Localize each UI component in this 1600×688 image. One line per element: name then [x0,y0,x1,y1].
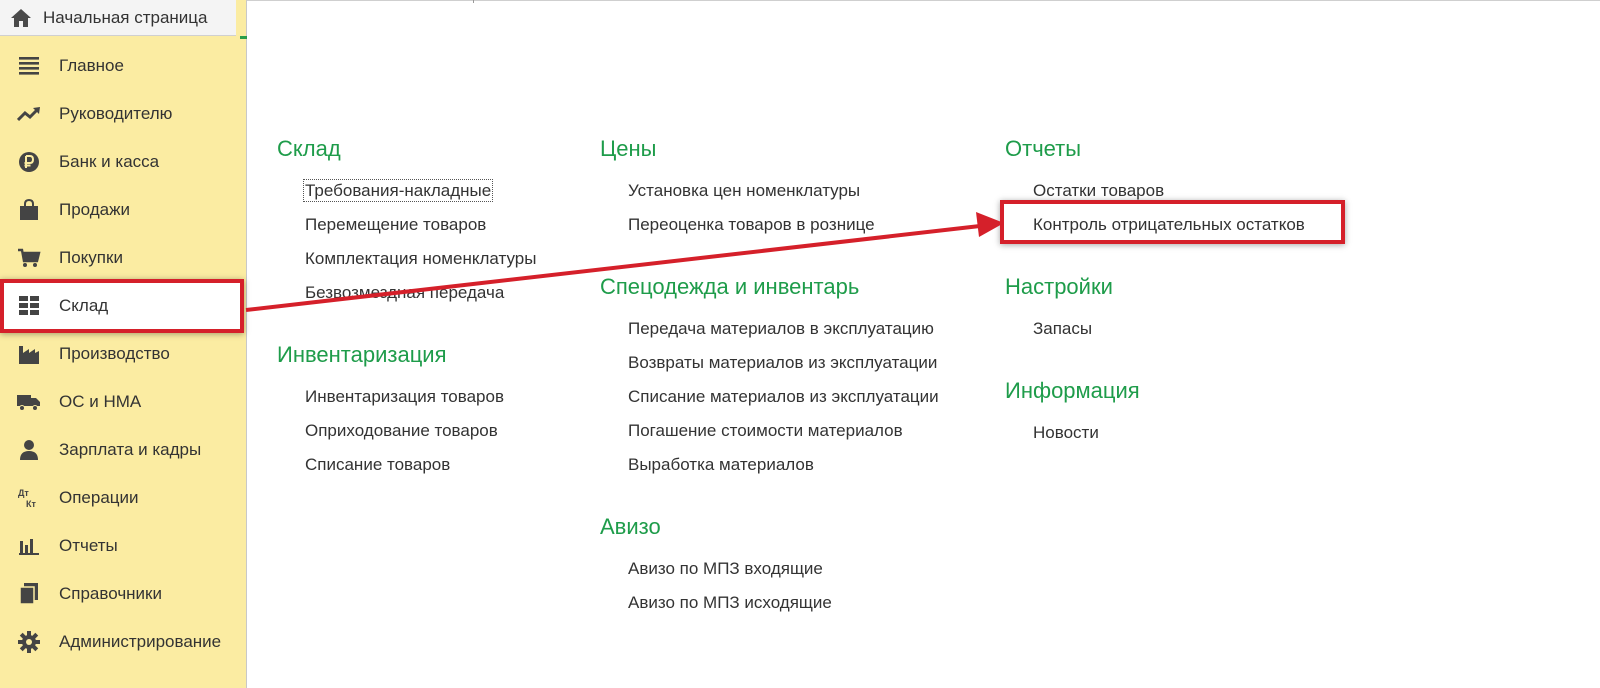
cart-icon [16,245,42,271]
link-negative-balance-control[interactable]: Контроль отрицательных остатков [1005,208,1305,242]
sidebar-item-sales[interactable]: Продажи [0,186,247,234]
section-title-information: Информация [1005,378,1140,403]
link-retail-revaluation[interactable]: Переоценка товаров в рознице [600,208,939,242]
sidebar-item-label: Операции [59,488,139,507]
home-tab[interactable]: Начальная страница [0,0,236,36]
link-materials-cost-repayment[interactable]: Погашение стоимости материалов [600,414,939,448]
sidebar-item-reports[interactable]: Отчеты [0,522,247,570]
link-materials-production[interactable]: Выработка материалов [600,448,939,482]
sidebar-item-production[interactable]: Производство [0,330,247,378]
link-materials-returns[interactable]: Возвраты материалов из эксплуатации [600,346,939,380]
warehouse-grid-icon [16,293,42,319]
link-goods-receipt[interactable]: Оприходование товаров [277,414,536,448]
books-icon [16,581,42,607]
home-tab-indicator [240,36,247,39]
link-aviso-outgoing[interactable]: Авизо по МПЗ исходящие [600,586,939,620]
link-item-assembly[interactable]: Комплектация номенклатуры [277,242,536,276]
sidebar-item-label: Продажи [59,200,130,219]
sidebar-item-label: Производство [59,344,170,363]
sidebar-item-warehouse[interactable]: Склад [0,279,244,333]
sidebar-item-operations[interactable]: Дт Кт Операции [0,474,247,522]
sidebar-item-label: Банк и касса [59,152,160,171]
sidebar: Начальная страница Главное Руководителю … [0,0,247,688]
sidebar-item-main[interactable]: Главное [0,42,247,90]
column-prices: Цены Установка цен номенклатуры Переоцен… [600,134,939,620]
truck-icon [16,389,42,415]
link-materials-writeoff[interactable]: Списание материалов из эксплуатации [600,380,939,414]
sidebar-item-bank[interactable]: Банк и касса [0,138,247,186]
link-set-prices[interactable]: Установка цен номенклатуры [600,174,939,208]
bar-chart-icon [16,533,42,559]
sidebar-nav: Главное Руководителю Банк и касса Продаж… [0,42,247,666]
sidebar-item-label: Справочники [59,584,162,603]
trend-up-icon [16,101,42,127]
link-aviso-incoming[interactable]: Авизо по МПЗ входящие [600,552,939,586]
sidebar-item-label: Зарплата и кадры [59,440,202,459]
shopping-bag-icon [16,197,42,223]
person-icon [16,437,42,463]
sidebar-item-directories[interactable]: Справочники [0,570,247,618]
dt-kt-icon: Дт Кт [16,485,42,511]
link-requisition-invoices[interactable]: Требования-накладные [277,174,536,208]
link-goods-transfer[interactable]: Перемещение товаров [277,208,536,242]
section-title-workwear: Спецодежда и инвентарь [600,274,860,299]
section-title-inventory: Инвентаризация [277,342,447,367]
sidebar-item-manager[interactable]: Руководителю [0,90,247,138]
section-title-prices: Цены [600,136,657,161]
sidebar-item-label: Администрирование [59,632,222,651]
sidebar-item-label: Главное [59,56,124,75]
link-goods-inventory[interactable]: Инвентаризация товаров [277,380,536,414]
section-title-reports: Отчеты [1005,136,1082,161]
sidebar-item-label: Покупки [59,248,123,267]
sidebar-item-payroll[interactable]: Зарплата и кадры [0,426,247,474]
dt-label: Дт [18,488,29,498]
sidebar-item-label: ОС и НМА [59,392,142,411]
gear-icon [16,629,42,655]
sidebar-item-label: Склад [59,296,109,315]
kt-label: Кт [26,499,36,509]
sidebar-item-fixed-assets[interactable]: ОС и НМА [0,378,247,426]
sidebar-item-label: Руководителю [59,104,173,123]
home-tab-label: Начальная страница [43,7,208,27]
section-title-warehouse: Склад [277,136,341,161]
menu-lines-icon [16,53,42,79]
factory-icon [16,341,42,367]
sidebar-item-admin[interactable]: Администрирование [0,618,247,666]
column-warehouse: Склад Требования-накладные Перемещение т… [277,134,536,482]
column-reports: Отчеты Остатки товаров Контроль отрицате… [1005,134,1305,450]
link-news[interactable]: Новости [1005,416,1305,450]
section-title-aviso: Авизо [600,514,661,539]
link-free-transfer[interactable]: Безвозмездная передача [277,276,536,310]
home-icon [9,6,33,30]
top-border-tick [473,0,474,3]
ruble-icon [16,149,42,175]
link-goods-writeoff[interactable]: Списание товаров [277,448,536,482]
sidebar-item-label: Отчеты [59,536,118,555]
link-stock-settings[interactable]: Запасы [1005,312,1305,346]
top-border [247,0,1600,4]
sidebar-item-purchases[interactable]: Покупки [0,234,247,282]
link-materials-to-use[interactable]: Передача материалов в эксплуатацию [600,312,939,346]
section-title-settings: Настройки [1005,274,1113,299]
